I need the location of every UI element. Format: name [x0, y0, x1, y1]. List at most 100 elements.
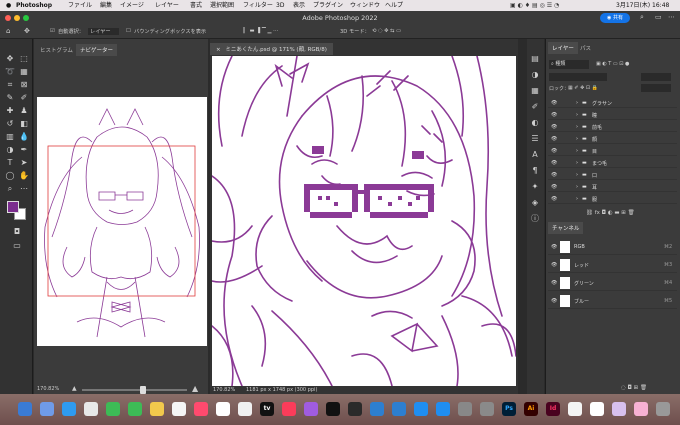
dock-app-icon[interactable]	[458, 402, 472, 416]
menu-file[interactable]: ファイル	[68, 2, 92, 9]
show-bbox-checkbox[interactable]: ☐	[126, 28, 131, 34]
layer-row[interactable]: 👁 › ▬ まつ毛	[548, 158, 677, 168]
visibility-eye-icon[interactable]: 👁	[551, 148, 557, 154]
menu-3d[interactable]: 3D	[276, 2, 284, 9]
layer-row[interactable]: 👁 › ▬ 口	[548, 170, 677, 180]
align-icons[interactable]: ▕▏ ▬ ▐ ▔ ▁ ⋯	[240, 28, 278, 34]
channel-actions-icons[interactable]: ◌ ◘ ⊞ 🗑	[621, 385, 647, 391]
expand-arrow-icon[interactable]: ›	[576, 184, 578, 190]
menu-edit[interactable]: 編集	[100, 2, 112, 9]
eraser-tool-icon[interactable]: ◧	[19, 119, 29, 129]
move-tool-icon[interactable]: ✥	[5, 54, 15, 64]
pen-tool-icon[interactable]: ✒	[19, 145, 29, 155]
dock-app-icon[interactable]	[436, 402, 450, 416]
crop-tool-icon[interactable]: ⌗	[5, 80, 15, 90]
brush-panel-icon[interactable]: ✐	[530, 102, 540, 112]
more-tools-icon[interactable]: ⋯	[19, 184, 29, 194]
dock-app-icon[interactable]	[62, 402, 76, 416]
layer-row[interactable]: 👁 › ▬ 顔	[548, 134, 677, 144]
tab-navigator[interactable]: ナビゲーター	[76, 44, 118, 56]
expand-arrow-icon[interactable]: ›	[576, 196, 578, 202]
tab-histogram[interactable]: ヒストグラム	[36, 44, 77, 56]
menu-help[interactable]: ヘルプ	[385, 2, 403, 9]
zoom-out-icon[interactable]: ▲	[72, 385, 77, 392]
dock-app-icon[interactable]	[568, 402, 582, 416]
zoom-in-icon[interactable]: ▲	[192, 384, 198, 393]
path-select-tool-icon[interactable]: ➤	[19, 158, 29, 168]
dock-app-icon[interactable]	[304, 402, 318, 416]
visibility-eye-icon[interactable]: 👁	[551, 136, 557, 142]
dock-app-icon[interactable]	[392, 402, 406, 416]
status-doc-info[interactable]: 1181 px x 1748 px (300 ppi)	[246, 387, 317, 393]
layer-row[interactable]: 👁 › ▬ 目	[548, 146, 677, 156]
dock-app-icon[interactable]	[612, 402, 626, 416]
menu-type[interactable]: 書式	[190, 2, 202, 9]
dock-app-icon[interactable]	[370, 402, 384, 416]
visibility-eye-icon[interactable]: 👁	[551, 100, 557, 106]
visibility-eye-icon[interactable]: 👁	[551, 262, 557, 268]
visibility-eye-icon[interactable]: 👁	[551, 160, 557, 166]
layer-row[interactable]: 👁 › ▬ グラサン	[548, 98, 677, 108]
swatches-panel-icon[interactable]: ▦	[530, 86, 540, 96]
healing-tool-icon[interactable]: ✚	[5, 106, 15, 116]
dock-app-icon[interactable]: tv	[260, 402, 274, 416]
layer-actions-icons[interactable]: ⛓ fx ◘ ◐ ▬ ⊞ 🗑	[586, 210, 635, 216]
dock-app-icon[interactable]	[656, 402, 670, 416]
dock-app-icon[interactable]	[84, 402, 98, 416]
dock-app-icon[interactable]: Id	[546, 402, 560, 416]
quick-select-tool-icon[interactable]: ▦	[19, 67, 29, 77]
tab-channels[interactable]: チャンネル	[548, 222, 584, 234]
tab-paths[interactable]: パス	[576, 42, 595, 54]
document-tab[interactable]: × ミニあくたん.psd @ 171% (顔, RGB/8)	[210, 43, 333, 55]
properties-panel-icon[interactable]: ☰	[530, 134, 540, 144]
dock-app-icon[interactable]	[18, 402, 32, 416]
filter-icons[interactable]: ▣ ◐ T ▭ ⊡ ●	[596, 61, 629, 67]
dock-app-icon[interactable]: Ps	[502, 402, 516, 416]
marquee-tool-icon[interactable]: ⬚	[19, 54, 29, 64]
type-tool-icon[interactable]: T	[5, 158, 15, 168]
layer-row[interactable]: 👁 › ▬ 耳	[548, 182, 677, 192]
share-button[interactable]: ◉ 共有	[600, 13, 630, 23]
channel-row[interactable]: 👁 レッド ⌘3	[548, 257, 677, 273]
app-menu[interactable]: Photoshop	[16, 2, 52, 9]
dock-app-icon[interactable]	[106, 402, 120, 416]
expand-arrow-icon[interactable]: ›	[576, 172, 578, 178]
character-panel-icon[interactable]: A	[530, 150, 540, 160]
menu-layer[interactable]: レイヤー	[155, 2, 179, 9]
visibility-eye-icon[interactable]: 👁	[551, 280, 557, 286]
dock-app-icon[interactable]	[634, 402, 648, 416]
brush-tool-icon[interactable]: ✐	[19, 93, 29, 103]
navigator-thumbnail[interactable]	[37, 97, 207, 346]
info-panel-icon[interactable]: ⓘ	[530, 214, 540, 224]
visibility-eye-icon[interactable]: 👁	[551, 196, 557, 202]
fill-field[interactable]	[641, 84, 671, 92]
visibility-eye-icon[interactable]: 👁	[551, 298, 557, 304]
glyph-panel-icon[interactable]: ✦	[530, 182, 540, 192]
visibility-eye-icon[interactable]: 👁	[551, 112, 557, 118]
menubar-datetime[interactable]: 3月17日(木) 16:48	[616, 2, 669, 9]
dock-app-icon[interactable]	[414, 402, 428, 416]
dock-app-icon[interactable]	[590, 402, 604, 416]
visibility-eye-icon[interactable]: 👁	[551, 124, 557, 130]
blur-tool-icon[interactable]: 💧	[19, 132, 29, 142]
menu-select[interactable]: 選択範囲	[210, 2, 234, 9]
channel-row[interactable]: 👁 ブルー ⌘5	[548, 293, 677, 309]
zoom-slider-handle[interactable]	[140, 386, 146, 394]
styles-panel-icon[interactable]: ◈	[530, 198, 540, 208]
dock-app-icon[interactable]	[326, 402, 340, 416]
home-icon[interactable]: ⌂	[6, 27, 10, 35]
dock-app-icon[interactable]	[238, 402, 252, 416]
zoom-tool-icon[interactable]: ⌕	[5, 184, 15, 194]
dock-app-icon[interactable]	[348, 402, 362, 416]
dock-app-icon[interactable]: Ai	[524, 402, 538, 416]
stamp-tool-icon[interactable]: ♟	[19, 106, 29, 116]
auto-select-target-select[interactable]: レイヤー	[88, 28, 119, 35]
dock-app-icon[interactable]	[150, 402, 164, 416]
dock-app-icon[interactable]	[216, 402, 230, 416]
screen-mode-icon[interactable]: ▭	[12, 241, 22, 251]
close-tab-icon[interactable]: ×	[216, 47, 221, 53]
menu-window[interactable]: ウィンドウ	[350, 2, 380, 9]
channel-row[interactable]: 👁 グリーン ⌘4	[548, 275, 677, 291]
move-tool-preset-icon[interactable]: ✥	[24, 27, 30, 35]
dock-app-icon[interactable]	[172, 402, 186, 416]
